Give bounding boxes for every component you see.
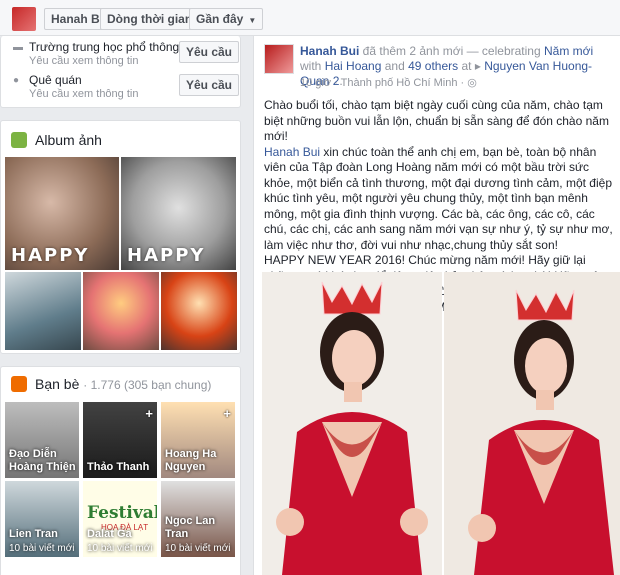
friend-tile[interactable]: + Thảo Thanh xyxy=(83,402,157,478)
friends-icon xyxy=(11,376,27,392)
album-title[interactable]: Album ảnh xyxy=(35,132,102,148)
about-card: ▬ Trường trung học phổ thông Yêu cầu xem… xyxy=(0,36,241,108)
post-meta: 10 giờ · Thành phố Hồ Chí Minh · ◎ xyxy=(300,76,477,89)
friends-card: Bạn bè · 1.776 (305 bạn chung) Đạo Diễn … xyxy=(0,366,241,575)
friends-header: Bạn bè · 1.776 (305 bạn chung) xyxy=(35,376,211,392)
post-paragraph: Chào buổi tối, chào tạm biệt ngày cuối c… xyxy=(264,98,609,143)
post-photo[interactable] xyxy=(262,272,442,575)
location-pin-icon: ● xyxy=(13,75,20,86)
album-photo[interactable]: HAPPY xyxy=(121,157,236,270)
tagged-others-link[interactable]: 49 others xyxy=(408,59,458,73)
friend-tile[interactable]: Festival HOA ĐÀ LẠT Dalat Ga 10 bài viết… xyxy=(83,481,157,557)
friend-name: Hoang Ha Nguyen xyxy=(165,448,217,473)
about-row-subtitle: Yêu cầu xem thông tin xyxy=(29,88,139,100)
friend-name: Dalat Ga xyxy=(87,528,132,540)
request-button[interactable]: Yêu cầu xyxy=(179,74,239,96)
about-row-title: Trường trung học phổ thông xyxy=(29,40,180,54)
recent-label: Gần đây xyxy=(196,12,244,26)
post-with-text: with xyxy=(300,59,325,73)
friend-new-posts: 10 bài viết mới xyxy=(87,543,153,554)
request-button[interactable]: Yêu cầu xyxy=(179,41,239,63)
friend-tile[interactable]: + Hoang Ha Nguyen xyxy=(161,402,235,478)
woman-in-red-dress-photo xyxy=(262,272,442,575)
post-paragraph: xin chúc toàn thể anh chị em, bạn bè, to… xyxy=(264,144,613,252)
post-photo[interactable] xyxy=(444,272,620,575)
album-card: Album ảnh HAPPY HAPPY xyxy=(0,120,241,354)
mention-link[interactable]: Hanah Bui xyxy=(264,145,320,159)
location-pin-icon: ▸ xyxy=(474,59,485,73)
add-friend-icon[interactable]: + xyxy=(145,406,153,421)
post-timestamp[interactable]: 10 giờ · Thành phố Hồ Chí Minh · xyxy=(300,77,467,89)
chevron-down-icon: ▼ xyxy=(248,16,257,25)
post-author-link[interactable]: Hanah Bui xyxy=(300,44,359,58)
tagged-friend-link[interactable]: Hai Hoang xyxy=(325,59,382,73)
timeline-label: Dòng thời gian xyxy=(107,12,193,26)
post-at-text: at xyxy=(458,59,475,73)
recent-dropdown[interactable]: Gần đây ▼ xyxy=(189,8,264,30)
friend-tile[interactable]: Lien Tran 10 bài viết mới xyxy=(5,481,79,557)
photo-caption: HAPPY xyxy=(127,245,206,266)
globe-icon: ◎ xyxy=(467,77,477,89)
profile-avatar[interactable] xyxy=(12,7,36,31)
friends-count: · 1.776 (305 bạn chung) xyxy=(83,378,212,392)
school-icon: ▬ xyxy=(13,42,23,53)
friend-new-posts: 10 bài viết mới xyxy=(165,543,231,554)
festival-logo: Festival xyxy=(87,503,157,523)
post-and-text: and xyxy=(381,59,409,73)
photo-caption: HAPPY xyxy=(11,245,90,266)
friend-name: Ngoc Lan Tran xyxy=(165,515,216,540)
friend-name: Đạo Diễn Hoàng Thiện xyxy=(9,448,76,473)
post-author-avatar[interactable] xyxy=(264,44,294,74)
timeline-top-bar: Hanah Bui Dòng thời gian▼ Gần đây▼ xyxy=(0,0,620,36)
friend-new-posts: 10 bài viết mới xyxy=(9,543,75,554)
friend-name: Lien Tran xyxy=(9,528,58,540)
album-photo[interactable] xyxy=(83,272,159,350)
timeline-post: Hanah Bui đã thêm 2 ảnh mới — celebratin… xyxy=(253,36,620,575)
about-row-subtitle: Yêu cầu xem thông tin xyxy=(29,55,139,67)
post-action-text: đã thêm 2 ảnh mới — celebrating xyxy=(359,44,544,58)
friend-tile[interactable]: Ngoc Lan Tran 10 bài viết mới xyxy=(161,481,235,557)
about-row-title: Quê quán xyxy=(29,73,82,87)
woman-in-red-dress-photo xyxy=(444,272,620,575)
album-photo[interactable] xyxy=(161,272,237,350)
album-photo[interactable]: HAPPY xyxy=(5,157,119,270)
add-friend-icon[interactable]: + xyxy=(223,406,231,421)
friend-tile[interactable]: Đạo Diễn Hoàng Thiện xyxy=(5,402,79,478)
event-link[interactable]: Năm mới xyxy=(544,44,593,58)
photo-album-icon xyxy=(11,132,27,148)
album-photo[interactable] xyxy=(5,272,81,350)
friend-name: Thảo Thanh xyxy=(87,461,150,473)
friends-title[interactable]: Bạn bè xyxy=(35,376,79,392)
